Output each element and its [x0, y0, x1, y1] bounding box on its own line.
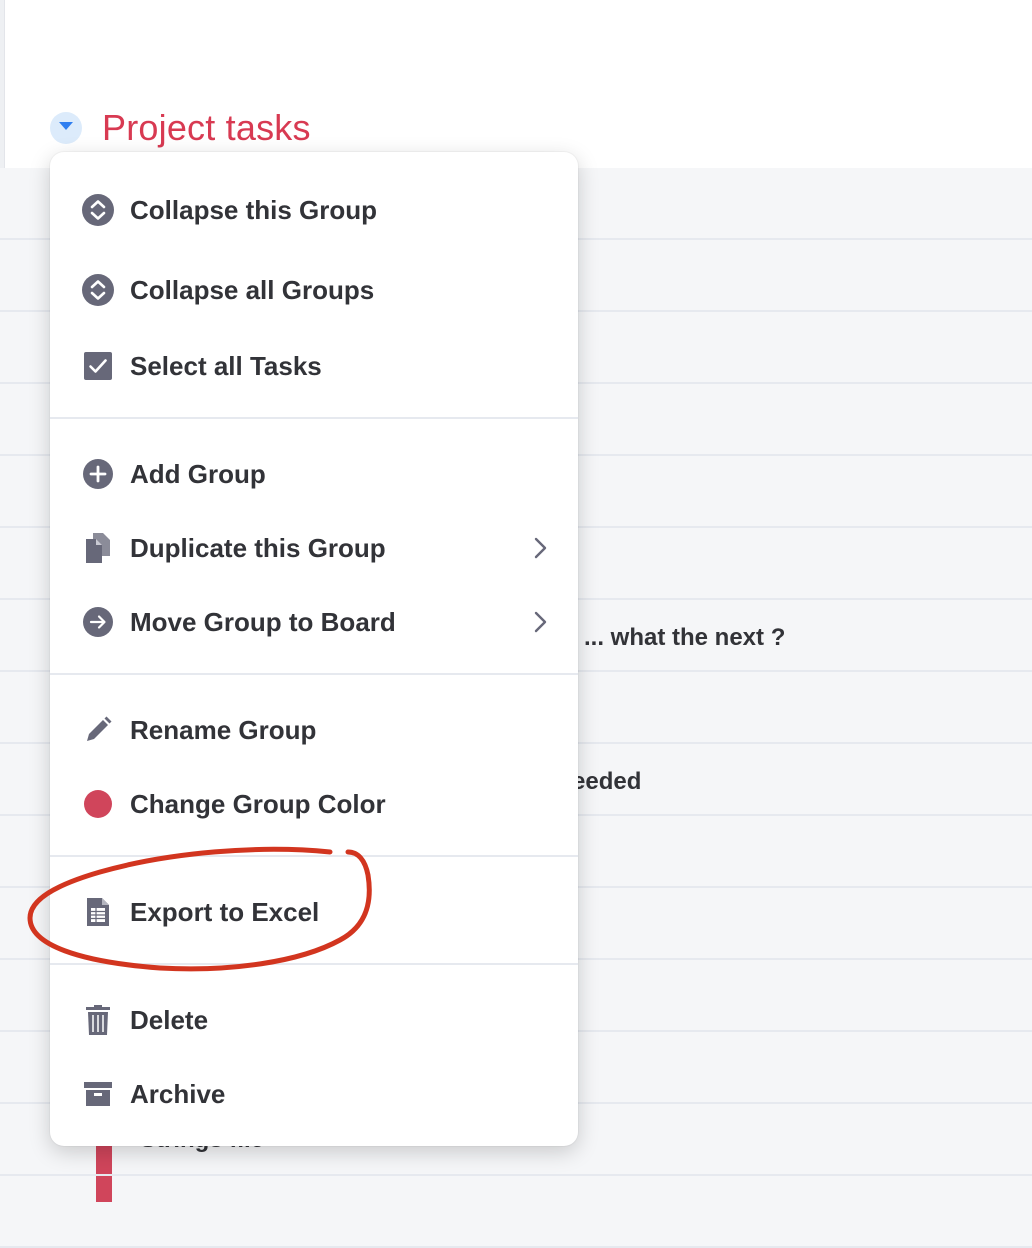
task-name[interactable]: eeded [572, 768, 641, 796]
menu-item-label: Add Group [130, 458, 266, 489]
menu-item-delete[interactable]: Delete [50, 990, 578, 1050]
group-context-menu: Collapse this Group Collapse all Groups … [50, 152, 578, 1146]
collapse-icon [82, 274, 114, 306]
menu-item-label: Delete [130, 1004, 209, 1035]
checkbox-icon [82, 350, 114, 382]
menu-item-duplicate-group[interactable]: Duplicate this Group [50, 518, 578, 578]
menu-item-select-all-tasks[interactable]: Select all Tasks [50, 336, 578, 396]
duplicate-icon [82, 532, 114, 564]
collapse-icon [82, 194, 114, 226]
menu-item-label: Collapse all Groups [130, 274, 375, 305]
menu-item-label: Duplicate this Group [130, 532, 386, 563]
trash-icon [82, 1004, 114, 1036]
menu-divider [50, 963, 578, 965]
menu-item-label: Export to Excel [130, 896, 320, 927]
menu-item-label: Collapse this Group [130, 194, 378, 225]
menu-divider [50, 855, 578, 857]
menu-divider [50, 673, 578, 675]
task-name[interactable]: ... what the next ? [584, 624, 785, 652]
spreadsheet-icon [82, 896, 114, 928]
menu-item-export-to-excel[interactable]: Export to Excel [50, 882, 578, 942]
add-circle-icon [82, 458, 114, 490]
table-row[interactable] [0, 1176, 1032, 1248]
menu-divider [50, 417, 578, 419]
menu-item-label: Rename Group [130, 714, 317, 745]
chevron-right-icon [528, 536, 552, 560]
arrow-circle-icon [82, 606, 114, 638]
menu-item-move-group-to-board[interactable]: Move Group to Board [50, 592, 578, 652]
color-dot-icon [82, 788, 114, 820]
group-header: Project tasks [50, 106, 311, 150]
menu-item-archive[interactable]: Archive [50, 1064, 578, 1124]
group-toggle-button[interactable] [50, 112, 82, 144]
menu-item-label: Select all Tasks [130, 350, 322, 381]
group-title[interactable]: Project tasks [102, 107, 311, 149]
menu-item-add-group[interactable]: Add Group [50, 444, 578, 504]
archive-icon [82, 1078, 114, 1110]
menu-item-collapse-all-groups[interactable]: Collapse all Groups [50, 260, 578, 320]
chevron-right-icon [528, 610, 552, 634]
menu-item-collapse-this-group[interactable]: Collapse this Group [50, 180, 578, 240]
pencil-icon [82, 714, 114, 746]
menu-item-change-group-color[interactable]: Change Group Color [50, 774, 578, 834]
chevron-down-icon [57, 119, 75, 137]
menu-item-label: Archive [130, 1078, 226, 1109]
menu-item-label: Change Group Color [130, 788, 386, 819]
group-color-bar [96, 1176, 112, 1202]
menu-item-rename-group[interactable]: Rename Group [50, 700, 578, 760]
menu-item-label: Move Group to Board [130, 606, 396, 637]
